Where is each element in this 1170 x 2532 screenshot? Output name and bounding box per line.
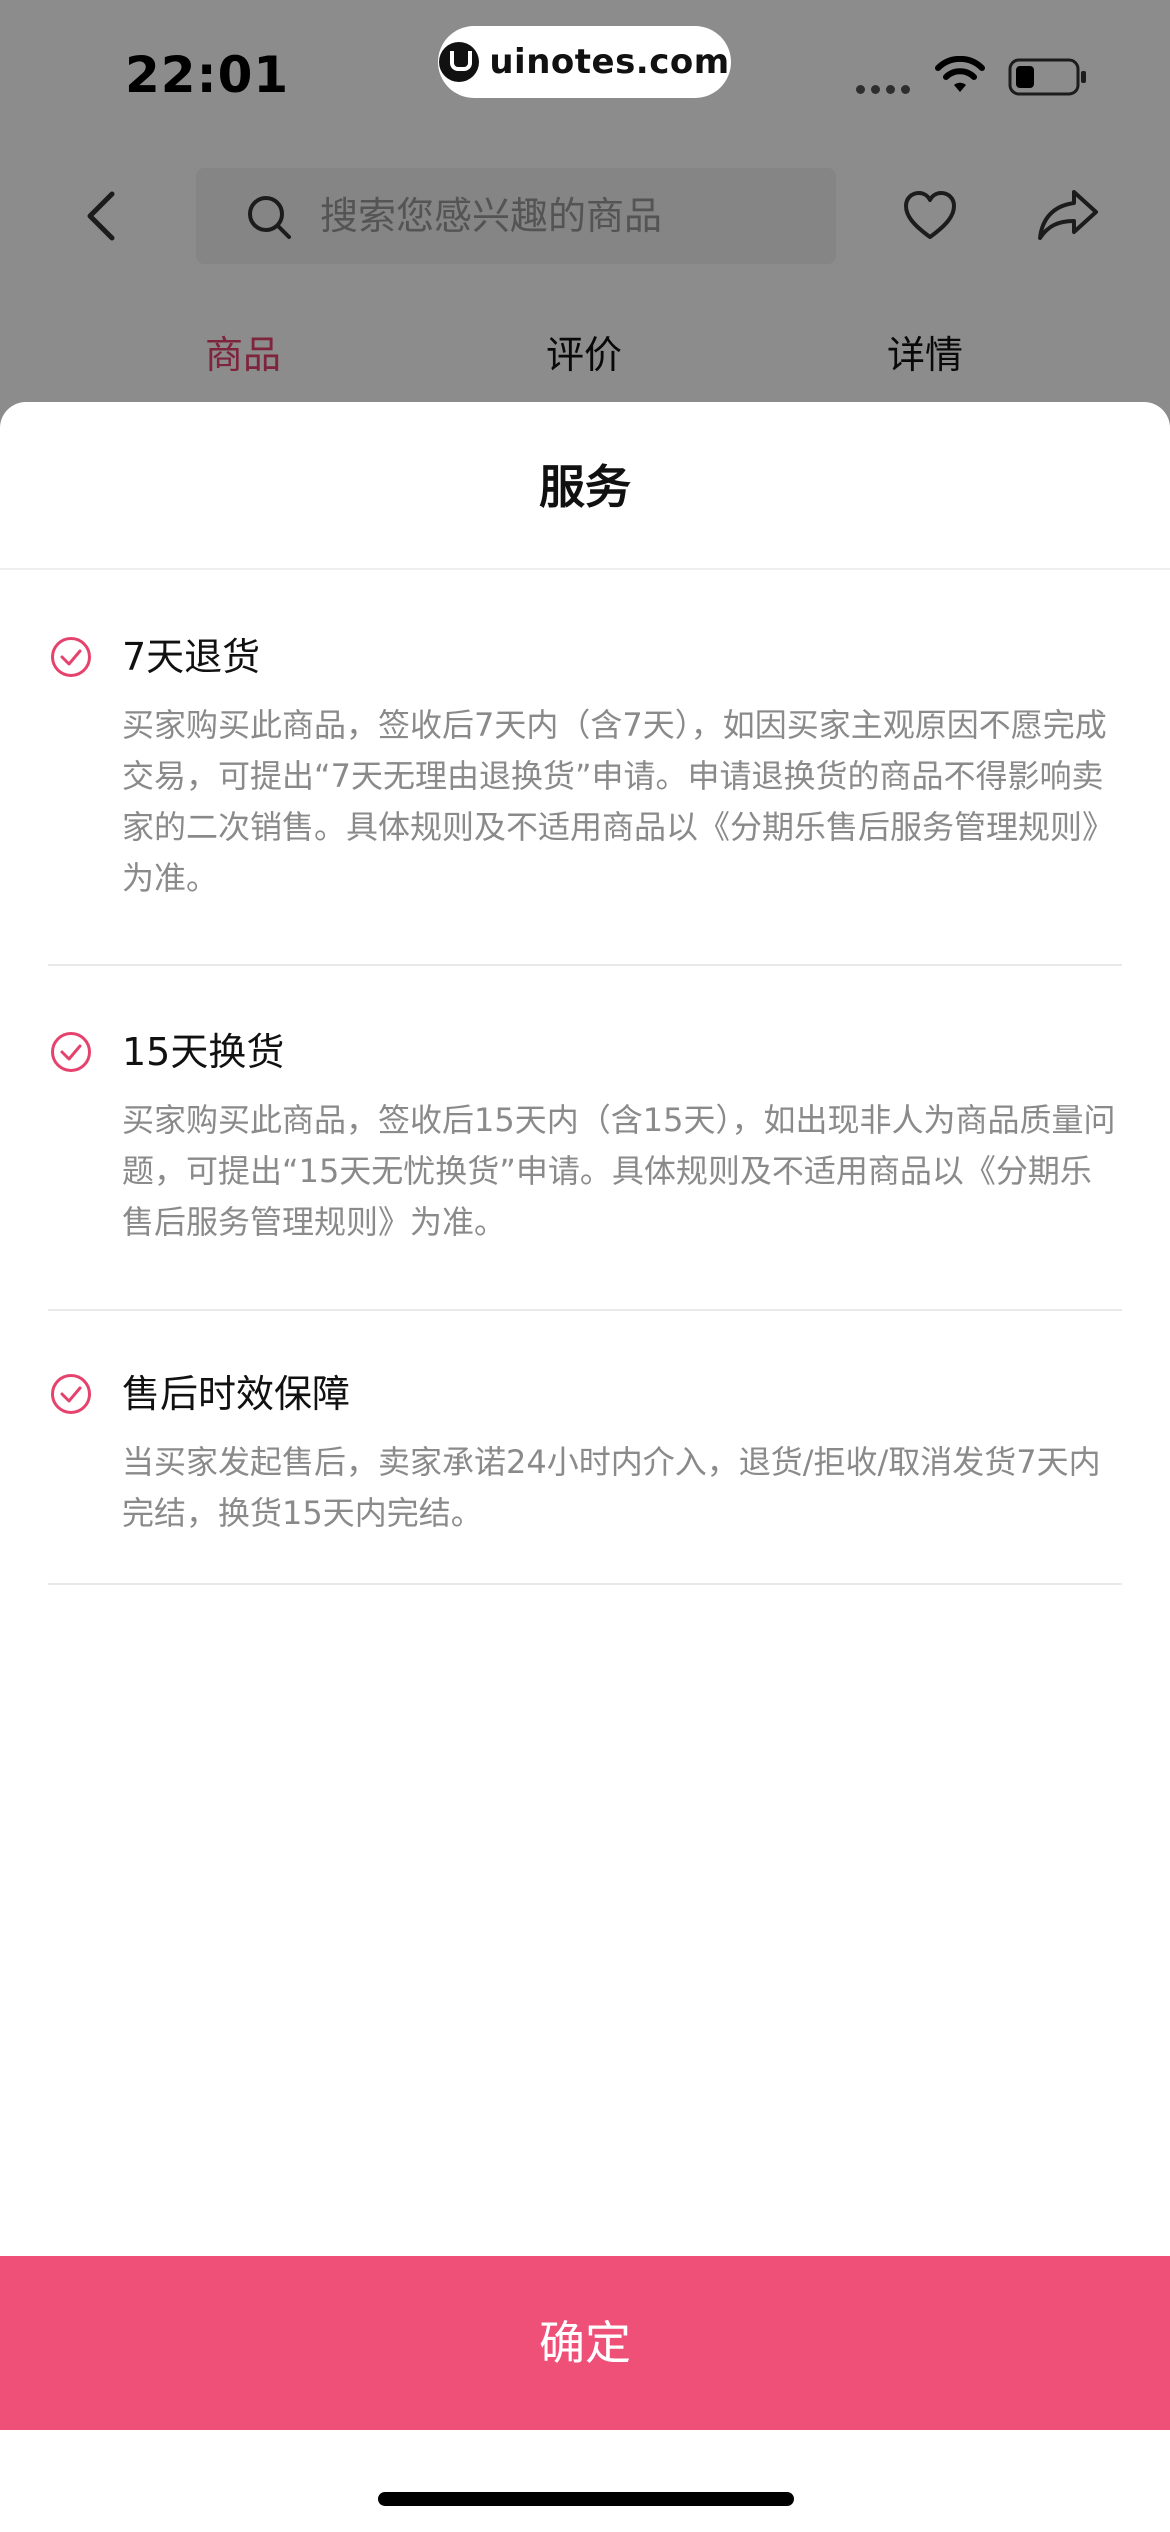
wifi-icon [935,56,985,92]
service-item-description: 当买家发起售后，卖家承诺24小时内介入，退货/拒收/取消发货7天内完结，换货15… [122,1443,1101,1532]
item-divider [48,964,1122,966]
search-icon [248,196,291,239]
back-chevron-icon[interactable] [78,188,126,244]
service-item: 7天退货 买家购买此商品，签收后7天内（含7天），如因买家主观原因不愿完成交易，… [48,632,1122,966]
check-circle-icon [51,637,91,677]
search-input[interactable]: 搜索您感兴趣的商品 [196,168,836,264]
service-item-title: 售后时效保障 [122,1372,351,1416]
home-indicator[interactable] [378,2492,794,2506]
service-item-description: 买家购买此商品，签收后7天内（含7天），如因买家主观原因不愿完成交易，可提出“7… [122,706,1115,897]
heart-icon[interactable] [902,190,958,242]
battery-icon [1008,58,1086,96]
status-time: 22:01 [125,46,290,104]
sheet-divider [0,568,1170,570]
watermark-logo-icon [439,42,480,82]
sheet-title: 服务 [539,460,631,514]
share-arrow-icon[interactable] [1036,188,1100,242]
cellular-signal-icon [856,85,910,94]
tab-detail[interactable]: 详情 [825,320,1025,390]
item-divider [48,1309,1122,1311]
search-placeholder: 搜索您感兴趣的商品 [320,194,663,238]
service-sheet: 服务 7天退货 买家购买此商品，签收后7天内（含7天），如因买家主观原因不愿完成… [0,402,1170,2532]
confirm-button[interactable]: 确定 [0,2256,1170,2430]
tab-reviews[interactable]: 评价 [484,320,684,390]
tab-goods[interactable]: 商品 [143,320,343,390]
service-item: 15天换货 买家购买此商品，签收后15天内（含15天），如出现非人为商品质量问题… [48,1027,1122,1327]
check-circle-icon [51,1032,91,1072]
item-divider [48,1583,1122,1585]
service-item-title: 7天退货 [122,635,261,679]
service-item-description: 买家购买此商品，签收后15天内（含15天），如出现非人为商品质量问题，可提出“1… [122,1101,1116,1241]
check-circle-icon [51,1374,91,1414]
watermark-text: uinotes.com [489,42,730,82]
service-item-title: 15天换货 [122,1030,285,1074]
tab-bar: 商品 评价 详情 [0,320,1170,390]
watermark-badge: uinotes.com [438,26,731,98]
service-item: 售后时效保障 当买家发起售后，卖家承诺24小时内介入，退货/拒收/取消发货7天内… [48,1369,1122,1619]
